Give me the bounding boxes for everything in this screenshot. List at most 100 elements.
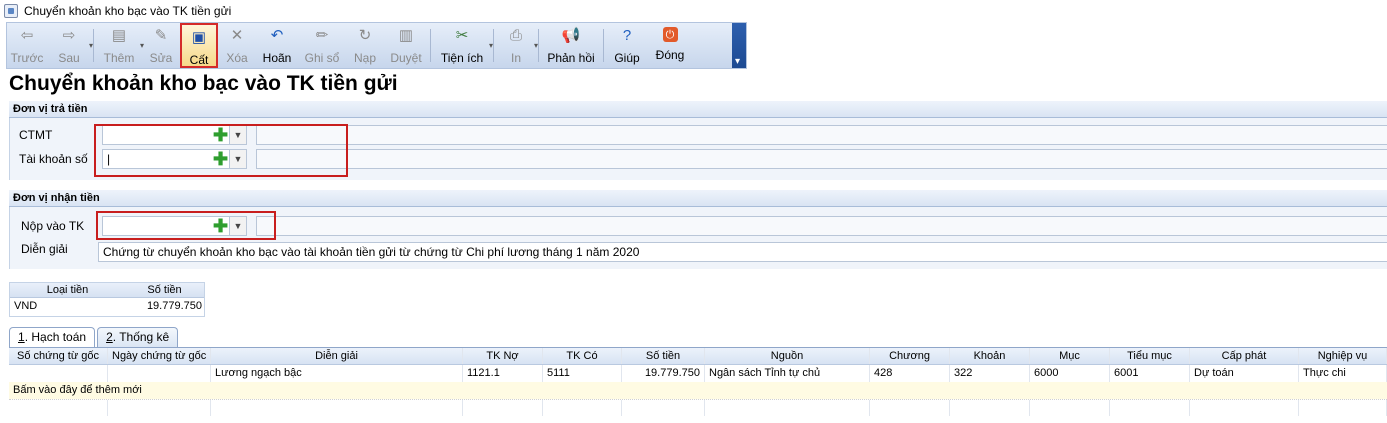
column-header[interactable]: Tiểu mục <box>1110 348 1190 364</box>
edit-document-icon: ✎ <box>154 27 168 44</box>
toolbar-overflow-button[interactable] <box>732 23 746 68</box>
accounting-grid: Số chứng từ gốc Ngày chứng từ gốc Diễn g… <box>9 347 1387 423</box>
add-icon[interactable]: ✚ <box>212 150 229 168</box>
grid-cell <box>1030 400 1110 416</box>
grid-cell <box>1190 400 1299 416</box>
table-row[interactable]: VND 19.779.750 <box>10 298 204 315</box>
add-icon[interactable]: ✚ <box>212 217 229 235</box>
help-button[interactable]: ? Giúp <box>606 23 648 68</box>
currency-table: Loại tiền Số tiền VND 19.779.750 <box>9 282 205 317</box>
tools-icon: ✂ <box>455 27 469 44</box>
column-header[interactable]: Nghiệp vụ <box>1299 348 1387 364</box>
feedback-button[interactable]: 📢 Phản hồi <box>541 23 601 68</box>
grid-cell <box>108 400 211 416</box>
grid-cell[interactable]: Dự toán <box>1190 365 1299 382</box>
grid-cell[interactable]: Ngân sách Tỉnh tự chủ <box>705 365 870 382</box>
post-button[interactable]: ✏ Ghi sổ <box>298 23 346 68</box>
grid-cell <box>463 400 543 416</box>
column-header[interactable]: Chương <box>870 348 950 364</box>
column-header[interactable]: Ngày chứng từ gốc <box>108 348 211 364</box>
chevron-down-icon: ▾ <box>533 41 538 50</box>
next-button[interactable]: ⇨ Sau ▾ <box>47 23 93 68</box>
chevron-down-icon[interactable]: ▼ <box>229 150 246 168</box>
grid-cell[interactable] <box>9 365 108 382</box>
add-new-row[interactable]: Bấm vào đây để thêm mới <box>9 382 1387 399</box>
approve-button[interactable]: ▥ Duyệt <box>384 23 428 68</box>
grid-cell[interactable]: 6001 <box>1110 365 1190 382</box>
deposit-name-field <box>256 216 1387 236</box>
account-name-field <box>256 149 1387 169</box>
ctmt-name-field <box>256 125 1387 145</box>
grid-cell[interactable]: 19.779.750 <box>622 365 705 382</box>
deposit-combo[interactable]: ✚ ▼ <box>102 216 247 236</box>
grid-cell[interactable]: 5111 <box>543 365 622 382</box>
chevron-down-icon[interactable]: ▼ <box>229 126 246 144</box>
ctmt-label: CTMT <box>19 128 53 142</box>
column-header[interactable]: TK Nợ <box>463 348 543 364</box>
receiver-section-header: Đơn vị nhận tiền <box>9 190 1387 207</box>
column-header[interactable]: Số chứng từ gốc <box>9 348 108 364</box>
megaphone-icon: 📢 <box>561 27 581 44</box>
save-icon: ▣ <box>191 29 207 46</box>
column-header[interactable]: Cấp phát <box>1190 348 1299 364</box>
prev-button[interactable]: ⇦ Trước <box>7 23 47 68</box>
description-label: Diễn giải <box>21 242 68 256</box>
close-icon: ⏻ <box>662 27 678 42</box>
account-combo[interactable]: | ✚ ▼ <box>102 149 247 169</box>
table-row[interactable]: Lương ngạch bậc 1121.1 5111 19.779.750 N… <box>9 365 1387 382</box>
toolbar-separator <box>603 29 604 62</box>
description-field[interactable]: Chứng từ chuyển khoản kho bạc vào tài kh… <box>98 242 1387 262</box>
reload-button[interactable]: ↻ Nạp <box>346 23 384 68</box>
undo-button[interactable]: ↶ Hoãn <box>256 23 298 68</box>
window-title: Chuyển khoản kho bạc vào TK tiền gửi <box>24 4 232 18</box>
tab-accounting[interactable]: 1. Hạch toán <box>9 327 96 347</box>
column-header[interactable]: Khoản <box>950 348 1030 364</box>
toolbar-separator <box>538 29 539 62</box>
column-header[interactable]: Số tiền <box>622 348 705 364</box>
currency-cell: VND <box>14 300 38 312</box>
grid-header: Số chứng từ gốc Ngày chứng từ gốc Diễn g… <box>9 348 1387 365</box>
arrow-right-icon: ⇨ <box>62 27 76 44</box>
delete-button[interactable]: ✕ Xóa <box>218 23 256 68</box>
grid-cell <box>9 400 108 416</box>
column-header: Loại tiền <box>46 284 89 296</box>
grid-cell <box>622 400 705 416</box>
column-header[interactable]: Nguồn <box>705 348 870 364</box>
add-document-icon: ▤ <box>111 27 127 44</box>
grid-cell[interactable]: Lương ngạch bậc <box>211 365 463 382</box>
chevron-down-icon: ▾ <box>488 41 493 50</box>
ctmt-combo[interactable]: ✚ ▼ <box>102 125 247 145</box>
grid-cell[interactable]: 1121.1 <box>463 365 543 382</box>
grid-cell[interactable] <box>108 365 211 382</box>
print-button[interactable]: ⎙ In ▾ <box>496 23 538 68</box>
edit-button[interactable]: ✎ Sửa <box>142 23 180 68</box>
tab-statistics[interactable]: 2. Thống kê <box>97 327 179 347</box>
column-header[interactable]: TK Có <box>543 348 622 364</box>
add-icon[interactable]: ✚ <box>212 126 229 144</box>
chevron-down-icon[interactable]: ▼ <box>229 217 246 235</box>
grid-cell[interactable]: 428 <box>870 365 950 382</box>
pencil-icon: ✏ <box>315 27 329 44</box>
window-titlebar: Chuyển khoản kho bạc vào TK tiền gửi <box>0 0 1387 22</box>
delete-icon: ✕ <box>230 27 244 44</box>
toolbar: ⇦ Trước ⇨ Sau ▾ ▤ Thêm ▾ ✎ Sửa ▣ Cất ✕ X… <box>6 22 747 69</box>
save-button[interactable]: ▣ Cất <box>180 23 218 68</box>
grid-cell[interactable]: 6000 <box>1030 365 1110 382</box>
utilities-button[interactable]: ✂ Tiện ích ▾ <box>433 23 493 68</box>
grid-cell <box>950 400 1030 416</box>
account-value[interactable]: | <box>103 152 212 166</box>
toolbar-separator <box>493 29 494 62</box>
close-button[interactable]: ⏻ Đóng <box>648 23 692 68</box>
page-title: Chuyển khoản kho bạc vào TK tiền gửi <box>9 72 398 95</box>
grid-cell[interactable]: Thực chi <box>1299 365 1387 382</box>
grid-cell[interactable]: 322 <box>950 365 1030 382</box>
printer-icon: ⎙ <box>509 27 522 44</box>
column-header[interactable]: Mục <box>1030 348 1110 364</box>
grid-cell <box>1110 400 1190 416</box>
payer-section-header: Đơn vị trả tiền <box>9 101 1387 118</box>
account-label: Tài khoản số <box>19 152 88 166</box>
add-new-row-text[interactable]: Bấm vào đây để thêm mới <box>9 382 1387 399</box>
add-button[interactable]: ▤ Thêm ▾ <box>96 23 144 68</box>
column-header[interactable]: Diễn giải <box>211 348 463 364</box>
detail-tabs: 1. Hạch toán 2. Thống kê <box>9 327 180 347</box>
